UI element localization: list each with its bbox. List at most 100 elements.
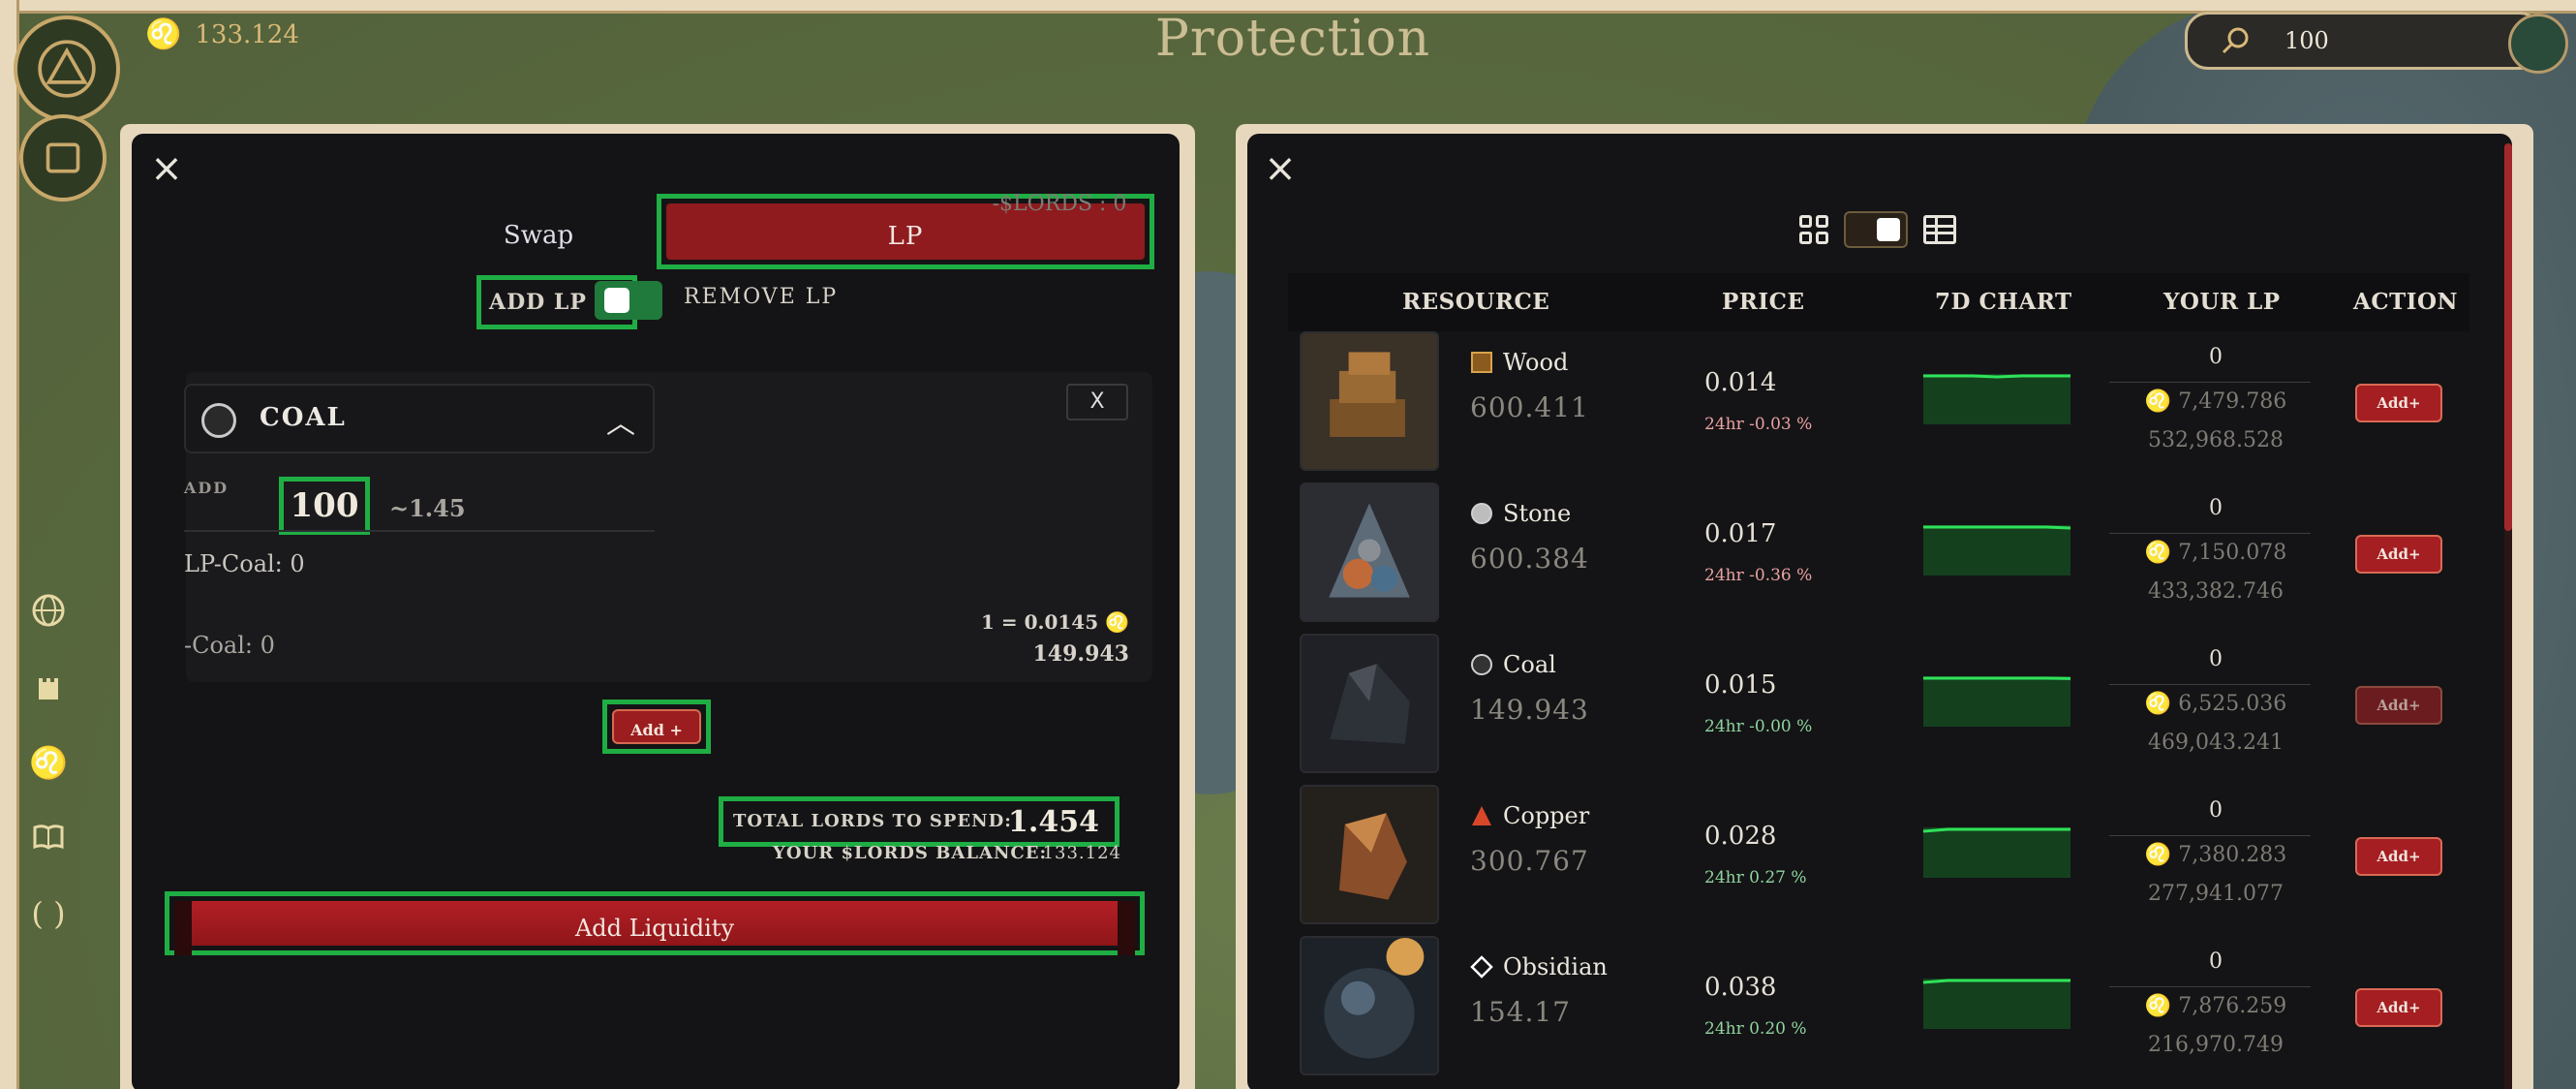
price-change: 24hr 0.20 % — [1704, 1019, 1807, 1039]
remove-lp-option[interactable]: REMOVE LP — [684, 285, 838, 309]
lp-lords-value: ♌ 7,380.283 — [2109, 843, 2322, 867]
your-lp-value: 0 — [2209, 496, 2223, 520]
seven-day-chart — [1923, 374, 2070, 424]
price-change: 24hr 0.27 % — [1704, 868, 1807, 887]
grid-view-icon[interactable] — [1799, 215, 1828, 244]
price-change: 24hr -0.36 % — [1704, 566, 1813, 585]
row-add-button[interactable]: Add+ — [2355, 535, 2442, 574]
resource-panel: × RESOURCE PRICE 7D CHART YOUR LP ACTION… — [1247, 134, 2512, 1089]
sparkline — [1922, 827, 2070, 833]
sidebar-icons: ♌ ( ) — [29, 591, 68, 934]
add-resource-button[interactable]: Add + — [612, 709, 701, 744]
sparkline — [1923, 525, 2071, 530]
lp-divider — [2109, 684, 2311, 685]
lords-balance-amount: 133.124 — [1042, 843, 1121, 863]
resource-selector[interactable]: COAL ︿ — [184, 384, 655, 453]
resource-name: Coal — [1503, 651, 1556, 678]
lords-nav-icon[interactable]: ♌ — [29, 742, 68, 783]
seven-day-chart — [1922, 979, 2070, 1029]
total-lords-value: 1.454 — [1008, 805, 1099, 839]
rate-value: 1 = 0.0145 — [980, 610, 1099, 634]
resource-name: Wood — [1503, 349, 1569, 376]
button-cap-right — [1118, 901, 1135, 955]
close-icon[interactable]: × — [147, 149, 186, 188]
lp-coal-qty-info: -Coal: 0 — [184, 632, 275, 659]
button-cap-left — [174, 901, 192, 955]
row-add-button[interactable]: Add+ — [2355, 384, 2442, 422]
brackets-icon[interactable]: ( ) — [29, 893, 68, 934]
view-switch[interactable] — [1844, 211, 1908, 248]
table-view-icon[interactable] — [1923, 215, 1956, 244]
swap-panel: × Swap LP ADD LP REMOVE LP COAL ︿ X ADD … — [132, 134, 1180, 1089]
avatar[interactable] — [2508, 14, 2568, 74]
table-row[interactable]: Wood 600.411 0.014 24hr -0.03 % 0 ♌ 7,479.786… — [1288, 331, 2469, 477]
castle-icon[interactable] — [29, 667, 68, 707]
resource-amount: 149.943 — [1470, 694, 1589, 726]
close-icon[interactable]: × — [1261, 149, 1300, 188]
coal-icon — [201, 403, 236, 438]
lp-divider — [2109, 533, 2311, 534]
row-add-button[interactable]: Add+ — [2355, 837, 2442, 876]
lp-lords-amount: 7,380.283 — [2178, 843, 2287, 867]
row-add-button[interactable]: Add+ — [2355, 988, 2442, 1027]
resource-price: 0.028 — [1704, 822, 1777, 851]
lords-icon: ♌ — [2144, 843, 2172, 867]
table-row[interactable]: Obsidian 154.17 0.038 24hr 0.20 % 0 ♌ 7,876.2… — [1288, 936, 2469, 1081]
your-lp-value: 0 — [2209, 647, 2223, 671]
your-lp-value: 0 — [2209, 345, 2223, 369]
globe-icon[interactable] — [29, 591, 68, 632]
your-lp-value: 0 — [2209, 949, 2223, 974]
resource-name: Copper — [1503, 802, 1590, 829]
seven-day-chart — [1923, 525, 2071, 576]
add-liquidity-wrapper: Add Liquidity — [165, 891, 1145, 955]
lp-mode-toggle[interactable] — [595, 281, 662, 320]
tab-swap[interactable]: Swap — [451, 211, 626, 260]
resource-type-icon — [1471, 352, 1492, 373]
search-bar[interactable] — [2185, 12, 2543, 70]
table-row[interactable]: Stone 600.384 0.017 24hr -0.36 % 0 ♌ 7,150.07… — [1288, 482, 2469, 628]
lp-lords-amount: 7,479.786 — [2178, 389, 2287, 414]
row-add-button[interactable]: Add+ — [2355, 686, 2442, 725]
lords-icon: ♌ — [145, 17, 182, 51]
lp-total-value: 433,382.746 — [2148, 579, 2284, 604]
amount-input-wrapper — [279, 477, 370, 535]
total-lords-box: TOTAL LORDS TO SPEND: 1.454 — [719, 796, 1119, 847]
scrollbar-thumb[interactable] — [2504, 143, 2512, 531]
resource-image — [1300, 634, 1439, 773]
resource-type-icon — [1470, 955, 1493, 979]
lp-total-value: 532,968.528 — [2148, 428, 2284, 452]
search-input[interactable] — [2285, 27, 2498, 54]
lp-lords-value: ♌ 6,525.036 — [2109, 692, 2322, 716]
lords-icon: ♌ — [1105, 610, 1129, 634]
realm-emblem-icon[interactable] — [14, 16, 120, 122]
resource-image — [1300, 331, 1439, 471]
add-label: ADD — [184, 479, 230, 497]
price-change: 24hr -0.00 % — [1704, 717, 1813, 736]
your-lp-value: 0 — [2209, 798, 2223, 823]
resource-price: 0.017 — [1704, 519, 1777, 548]
resource-image — [1300, 785, 1439, 924]
lords-icon: ♌ — [2144, 692, 2172, 716]
resource-name: COAL — [260, 403, 347, 432]
amount-input[interactable] — [289, 486, 360, 525]
resource-image — [1300, 482, 1439, 622]
book-icon[interactable] — [29, 818, 68, 858]
table-row[interactable]: Copper 300.767 0.028 24hr 0.27 % 0 ♌ 7,380.28… — [1288, 785, 2469, 930]
switch-knob — [1877, 218, 1900, 241]
lp-lords-amount: 6,525.036 — [2178, 692, 2287, 716]
toggle-knob — [604, 288, 629, 313]
header-lords-balance: ♌ 133.124 — [145, 17, 299, 51]
resource-price: 0.038 — [1704, 973, 1777, 1002]
lp-divider — [2109, 835, 2311, 836]
resource-name: Obsidian — [1503, 953, 1608, 980]
col-action: ACTION — [2353, 289, 2459, 315]
scroll-emblem-icon[interactable] — [19, 114, 107, 202]
total-lords-label: TOTAL LORDS TO SPEND: — [733, 811, 1012, 831]
resource-amount: 300.767 — [1470, 845, 1589, 877]
table-header: RESOURCE PRICE 7D CHART YOUR LP ACTION — [1288, 273, 2469, 331]
lp-total-value: 469,043.241 — [2148, 731, 2284, 755]
table-row[interactable]: Coal 149.943 0.015 24hr -0.00 % 0 ♌ 6,525.036… — [1288, 634, 2469, 779]
add-liquidity-button[interactable]: Add Liquidity — [174, 901, 1135, 946]
clear-button[interactable]: X — [1066, 384, 1128, 420]
lp-lords-value: ♌ 7,479.786 — [2109, 389, 2322, 414]
